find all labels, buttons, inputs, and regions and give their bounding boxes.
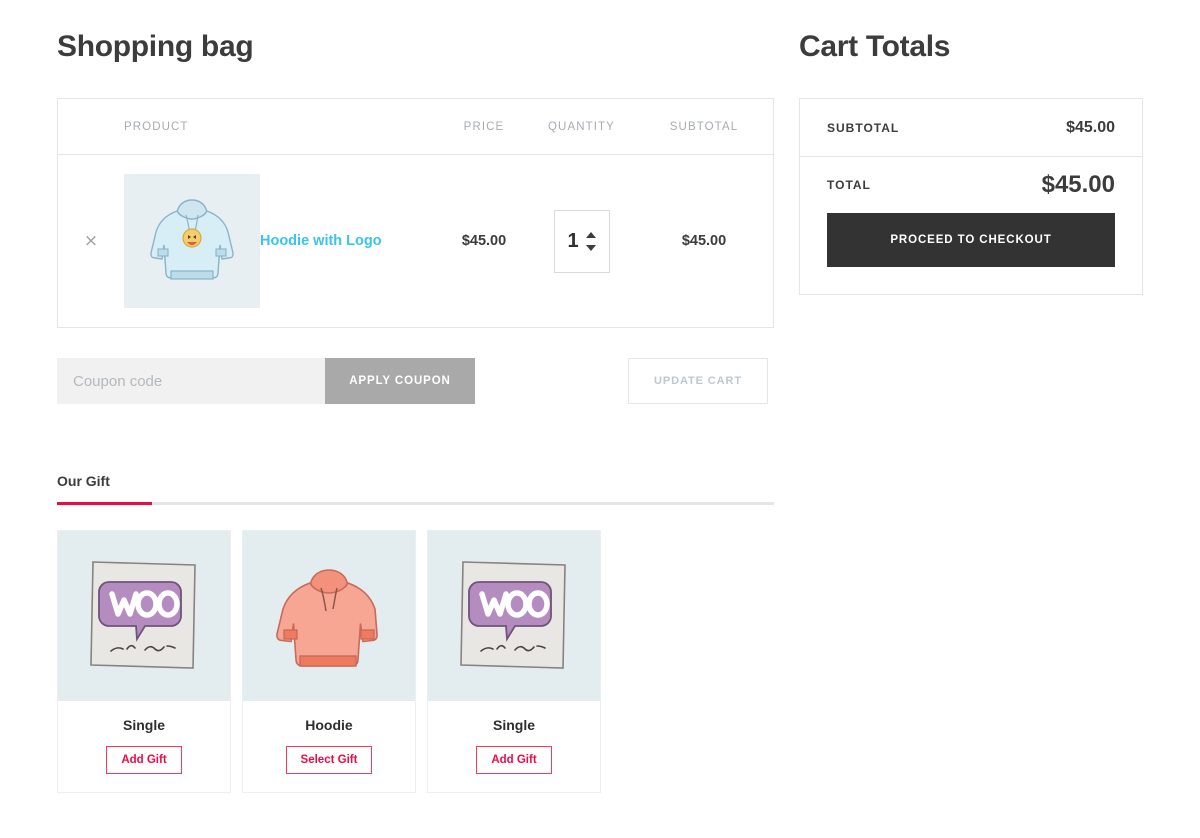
gift-card-title: Single xyxy=(492,717,535,733)
gift-card[interactable]: Hoodie Select Gift xyxy=(242,530,416,793)
gift-action-button[interactable]: Select Gift xyxy=(285,746,373,774)
tab-active-indicator xyxy=(57,502,152,505)
cart-totals-title: Cart Totals xyxy=(799,30,951,63)
product-name-link[interactable]: Hoodie with Logo xyxy=(260,233,382,249)
column-header-quantity: QUANTITY xyxy=(548,120,615,133)
product-subtotal: $45.00 xyxy=(681,233,727,249)
product-thumbnail-cell xyxy=(124,174,260,308)
update-cart-button[interactable]: UPDATE CART xyxy=(628,358,768,404)
gift-action-button[interactable]: Add Gift xyxy=(106,746,182,774)
subtotal-value: $45.00 xyxy=(1066,118,1115,136)
woo-single-album-icon xyxy=(90,561,196,669)
product-price: $45.00 xyxy=(461,233,507,249)
column-header-product: PRODUCT xyxy=(124,120,189,133)
gift-card-body: Single Add Gift xyxy=(428,701,600,792)
gift-section: Our Gift Single Add Gift Hoodie Select G… xyxy=(57,473,774,793)
gift-card[interactable]: Single Add Gift xyxy=(427,530,601,793)
coral-hoodie-icon xyxy=(276,569,378,667)
gift-image xyxy=(58,531,230,701)
column-header-price: PRICE xyxy=(463,120,505,133)
gift-card-title: Hoodie xyxy=(305,717,353,733)
total-row: TOTAL $45.00 xyxy=(800,157,1142,213)
coupon-input[interactable] xyxy=(57,358,325,404)
page-title: Shopping bag xyxy=(57,30,254,63)
product-name-cell: Hoodie with Logo xyxy=(260,232,440,250)
tab-underline xyxy=(57,502,774,505)
gift-card[interactable]: Single Add Gift xyxy=(57,530,231,793)
subtotal-label: SUBTOTAL xyxy=(827,120,900,135)
column-header-subtotal: SUBTOTAL xyxy=(669,120,739,133)
tab-our-gift[interactable]: Our Gift xyxy=(57,473,110,502)
apply-coupon-button[interactable]: APPLY COUPON xyxy=(325,358,475,404)
cart-table-header: PRODUCT PRICE QUANTITY SUBTOTAL xyxy=(58,99,773,155)
coupon-group: APPLY COUPON xyxy=(57,358,475,404)
gift-action-button[interactable]: Add Gift xyxy=(476,746,552,774)
cart-totals-box: SUBTOTAL $45.00 TOTAL $45.00 PROCEED TO … xyxy=(799,98,1143,295)
remove-item-cell: × xyxy=(58,232,124,250)
cart-item-row: × Hoodie with Logo $45.00 1 $45.00 xyxy=(58,155,773,327)
quantity-increase-icon[interactable] xyxy=(585,231,596,238)
gift-image xyxy=(243,531,415,701)
coupon-row: APPLY COUPON UPDATE CART xyxy=(57,358,774,404)
subtotal-row: SUBTOTAL $45.00 xyxy=(800,99,1142,157)
quantity-arrows xyxy=(585,231,596,251)
hoodie-icon xyxy=(150,199,234,280)
cart-totals-column: Cart Totals SUBTOTAL $45.00 TOTAL $45.00… xyxy=(799,30,1143,295)
shopping-bag-column: Shopping bag PRODUCT PRICE QUANTITY SUBT… xyxy=(57,30,774,404)
checkout-button-wrap: PROCEED TO CHECKOUT xyxy=(800,213,1142,294)
quantity-stepper[interactable]: 1 xyxy=(553,209,610,273)
gift-card-grid: Single Add Gift Hoodie Select Gift Singl… xyxy=(57,530,774,793)
gift-card-body: Single Add Gift xyxy=(58,701,230,792)
woo-single-album-icon xyxy=(460,561,566,669)
quantity-cell: 1 xyxy=(528,209,635,273)
total-label: TOTAL xyxy=(827,178,871,192)
quantity-value[interactable]: 1 xyxy=(567,231,578,251)
quantity-decrease-icon[interactable] xyxy=(585,244,596,251)
gift-image xyxy=(428,531,600,701)
total-value: $45.00 xyxy=(1041,171,1115,198)
remove-item-icon[interactable]: × xyxy=(58,232,124,250)
cart-table: PRODUCT PRICE QUANTITY SUBTOTAL × Hoodie… xyxy=(57,98,774,328)
proceed-to-checkout-button[interactable]: PROCEED TO CHECKOUT xyxy=(827,213,1115,267)
gift-card-title: Single xyxy=(122,717,165,733)
cart-page: Shopping bag PRODUCT PRICE QUANTITY SUBT… xyxy=(0,0,1200,838)
gift-card-body: Hoodie Select Gift xyxy=(243,701,415,792)
product-thumbnail[interactable] xyxy=(124,174,260,308)
